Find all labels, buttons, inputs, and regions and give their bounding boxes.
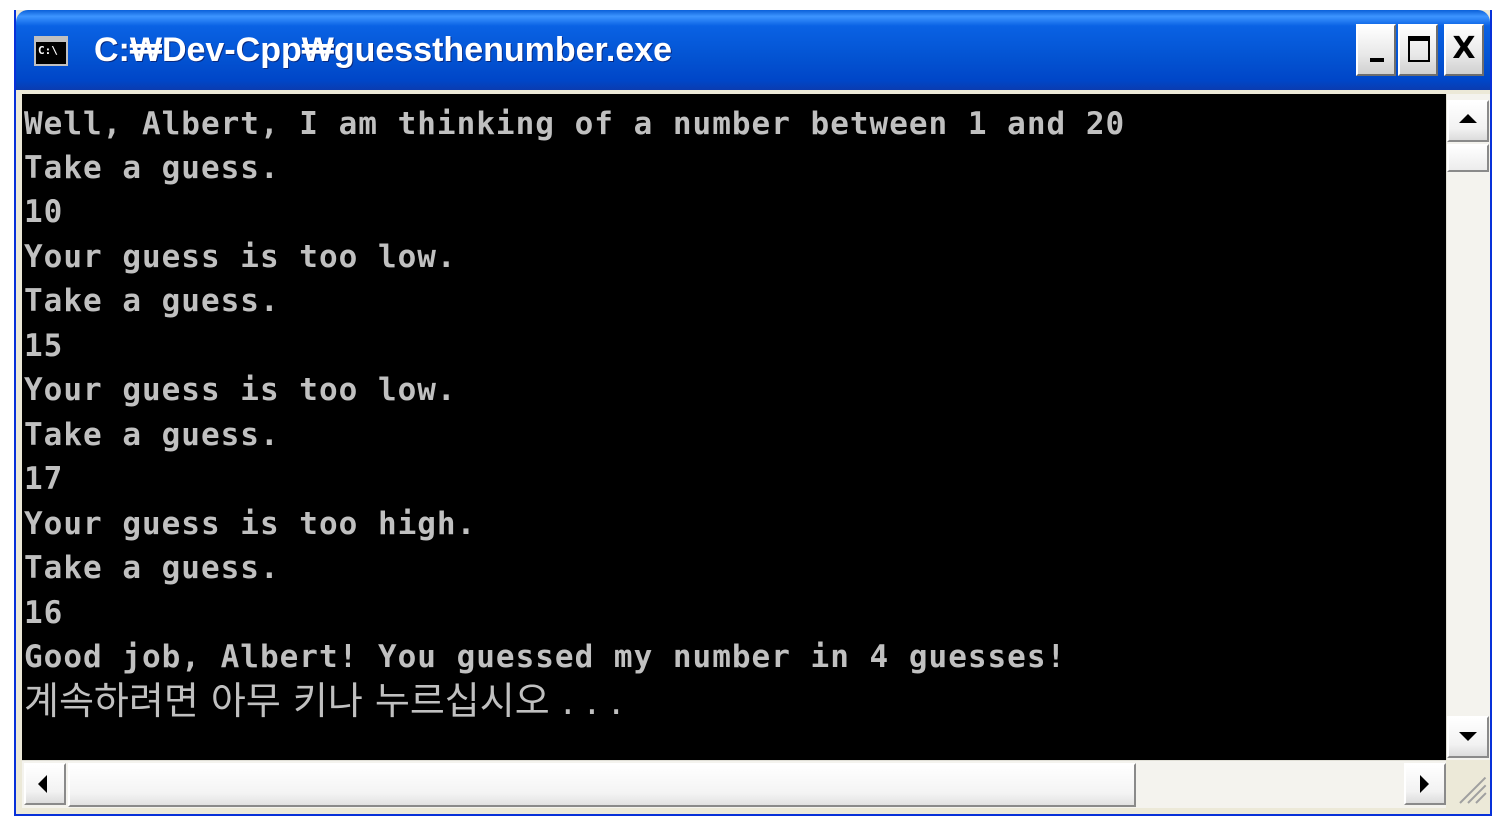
horizontal-scroll-thumb[interactable] [68,763,1136,807]
console-line: Take a guess. [24,283,280,319]
console-line: Take a guess. [24,150,280,186]
console-icon[interactable]: C:\ [34,36,68,66]
minimize-button[interactable] [1356,24,1396,76]
scroll-up-button[interactable] [1447,100,1489,142]
console-line: Take a guess. [24,550,280,586]
arrow-up-icon [1459,114,1477,123]
resize-grip[interactable] [1446,760,1490,808]
console-line: Your guess is too high. [24,506,477,542]
close-button[interactable]: X [1444,24,1484,76]
console-line: Your guess is too low. [24,239,457,275]
window-title: C:₩Dev-Cpp₩guessthenumber.exe [94,31,673,69]
vertical-scroll-thumb[interactable] [1447,144,1489,172]
maximize-icon [1408,36,1430,62]
minimize-icon [1370,58,1384,62]
console-line: 17 [24,461,64,497]
scroll-down-button[interactable] [1447,716,1489,758]
console-line: 10 [24,194,64,230]
title-bar[interactable]: C:\ C:₩Dev-Cpp₩guessthenumber.exe X [16,10,1490,90]
console-line: 15 [24,328,64,364]
console-line: Well, Albert, I am thinking of a number … [24,106,1126,142]
arrow-left-icon [38,775,47,793]
horizontal-scrollbar[interactable] [22,760,1446,808]
console-line: 16 [24,595,64,631]
console-prompt: 계속하려면 아무 키나 누르십시오 . . . [24,679,623,723]
vertical-scrollbar[interactable] [1446,94,1490,760]
arrow-right-icon [1420,775,1429,793]
scroll-left-button[interactable] [24,763,66,805]
console-line: Take a guess. [24,417,280,453]
console-window: C:\ C:₩Dev-Cpp₩guessthenumber.exe X Well… [14,10,1492,816]
arrow-down-icon [1459,732,1477,741]
scroll-right-button[interactable] [1404,763,1446,805]
maximize-button[interactable] [1398,24,1438,76]
console-line: Your guess is too low. [24,372,457,408]
console-output[interactable]: Well, Albert, I am thinking of a number … [22,94,1446,760]
console-line: Good job, Albert! You guessed my number … [24,639,1067,675]
